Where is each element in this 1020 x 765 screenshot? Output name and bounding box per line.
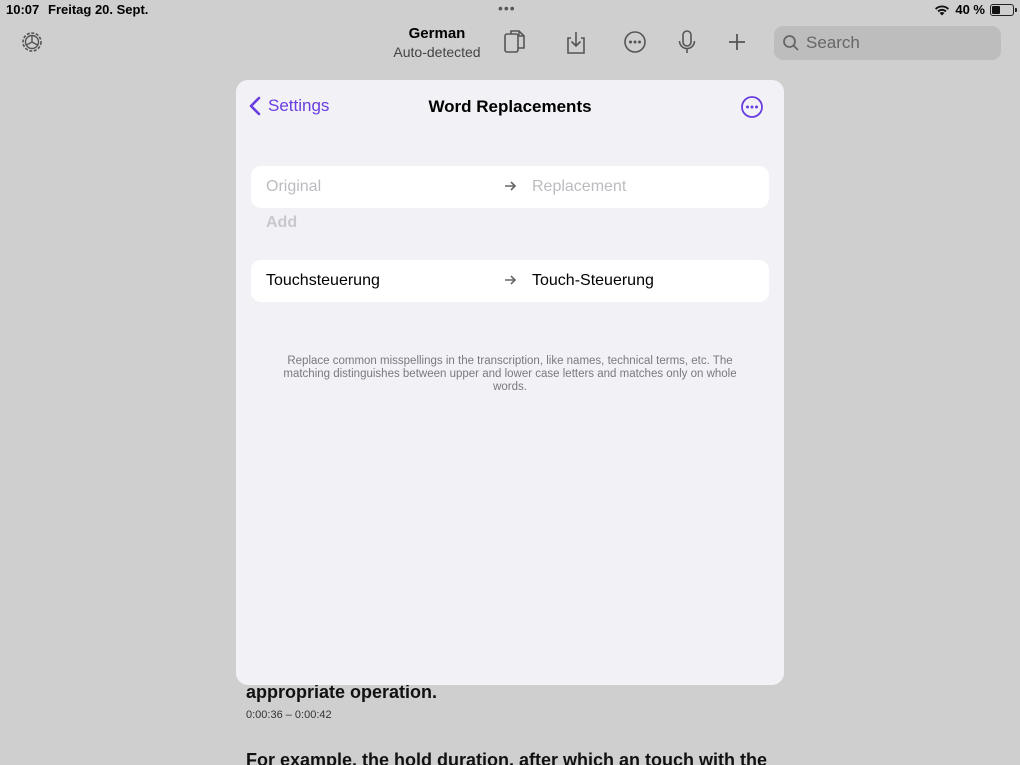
status-right: 40 % xyxy=(934,2,1017,17)
original-word: Touchsteuerung xyxy=(266,272,380,289)
new-replacement-row: Original Replacement xyxy=(251,166,769,208)
add-button[interactable]: Add xyxy=(266,214,297,232)
multitasking-dots-icon[interactable]: ••• xyxy=(498,1,516,15)
transcript-line: appropriate operation. xyxy=(246,682,438,702)
status-date: Freitag 20. Sept. xyxy=(48,2,149,17)
more-options-icon[interactable] xyxy=(740,95,764,119)
wifi-icon xyxy=(935,5,950,15)
transcript-line: For example, the hold duration, after wh… xyxy=(246,750,768,765)
page-title: Word Replacements xyxy=(428,97,592,116)
search-icon xyxy=(783,35,799,51)
battery-icon xyxy=(990,3,1017,16)
arrow-right-icon xyxy=(505,181,517,191)
battery-fill xyxy=(992,5,1000,14)
battery-percent: 40 % xyxy=(955,2,985,17)
language-title[interactable]: German xyxy=(380,25,494,42)
more-icon[interactable] xyxy=(622,28,648,56)
status-time: 10:07 xyxy=(6,2,40,17)
footnote: Replace common misspellings in the trans… xyxy=(283,355,737,393)
search-placeholder: Search xyxy=(806,33,860,52)
search-field[interactable]: Search xyxy=(774,26,1001,60)
gear-icon[interactable] xyxy=(20,30,44,54)
replacement-word: Touch-Steuerung xyxy=(532,272,654,289)
status-bar: 10:07 Freitag 20. Sept. ••• 40 % xyxy=(0,0,1020,20)
toolbar: German Auto-detected Search xyxy=(0,20,1020,70)
word-replacements-sheet: Settings Word Replacements Original Repl… xyxy=(236,80,784,685)
original-input[interactable]: Original xyxy=(266,178,321,196)
arrow-right-icon xyxy=(505,275,517,285)
transcript-timestamp: 0:00:36 – 0:00:42 xyxy=(246,709,332,721)
copy-icon[interactable] xyxy=(502,28,528,56)
plus-icon[interactable] xyxy=(724,28,750,56)
microphone-icon[interactable] xyxy=(674,28,700,56)
language-subtitle[interactable]: Auto-detected xyxy=(380,44,494,60)
replacement-row[interactable]: Touchsteuerung Touch-Steuerung xyxy=(251,260,769,302)
download-icon[interactable] xyxy=(563,28,589,56)
replacement-input[interactable]: Replacement xyxy=(532,178,626,196)
